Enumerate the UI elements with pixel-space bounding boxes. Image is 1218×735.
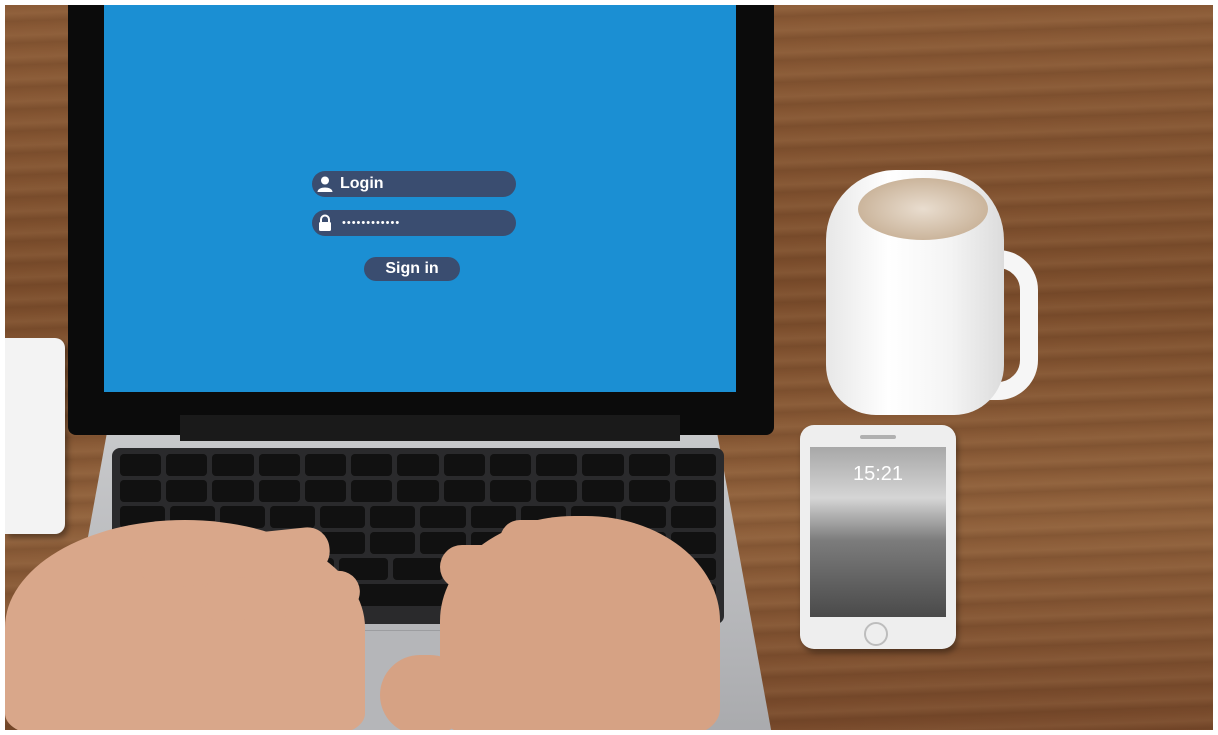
key — [304, 480, 347, 502]
phone-time: 15:21 — [852, 463, 904, 485]
user-icon — [312, 171, 338, 197]
key — [166, 480, 208, 502]
laptop-hinge — [180, 415, 680, 441]
key — [489, 480, 532, 502]
key — [351, 454, 393, 476]
coffee-surface — [858, 178, 988, 240]
key — [536, 454, 578, 476]
sign-in-button[interactable]: Sign in — [364, 257, 460, 281]
right-finger — [500, 520, 570, 560]
key — [120, 480, 162, 502]
smartphone: 15:21 — [800, 425, 956, 649]
key — [370, 532, 416, 554]
password-mask: •••••••••••• — [342, 217, 401, 229]
external-drive — [5, 338, 65, 534]
key — [370, 506, 416, 528]
key — [536, 480, 578, 502]
desk-scene: Login •••••••••••• Sign in 15:21 — [0, 0, 1218, 735]
key — [393, 558, 443, 580]
key — [582, 480, 624, 502]
phone-speaker — [860, 435, 896, 439]
keyboard-row — [120, 480, 717, 502]
password-field[interactable]: •••••••••••• — [312, 210, 516, 236]
right-thumb — [380, 655, 470, 735]
login-label: Login — [340, 175, 384, 192]
key — [443, 480, 485, 502]
lock-icon — [312, 210, 338, 236]
key — [397, 454, 439, 476]
key — [166, 454, 208, 476]
key — [212, 480, 254, 502]
key — [258, 480, 300, 502]
key — [397, 480, 439, 502]
keyboard-row — [120, 454, 717, 476]
key — [258, 454, 300, 476]
key — [674, 454, 717, 476]
key — [628, 480, 670, 502]
key — [670, 506, 716, 528]
phone-home-button — [864, 622, 888, 646]
laptop-screen: Login •••••••••••• Sign in — [104, 5, 736, 392]
phone-lock-screen: 15:21 — [810, 447, 946, 617]
key — [628, 454, 670, 476]
key — [320, 506, 366, 528]
key — [120, 454, 162, 476]
key — [212, 454, 254, 476]
key — [674, 480, 717, 502]
key — [582, 454, 624, 476]
login-field[interactable]: Login — [312, 171, 516, 197]
key — [420, 506, 466, 528]
key — [351, 480, 393, 502]
key — [443, 454, 485, 476]
key — [270, 506, 316, 528]
key — [489, 454, 532, 476]
key — [304, 454, 347, 476]
